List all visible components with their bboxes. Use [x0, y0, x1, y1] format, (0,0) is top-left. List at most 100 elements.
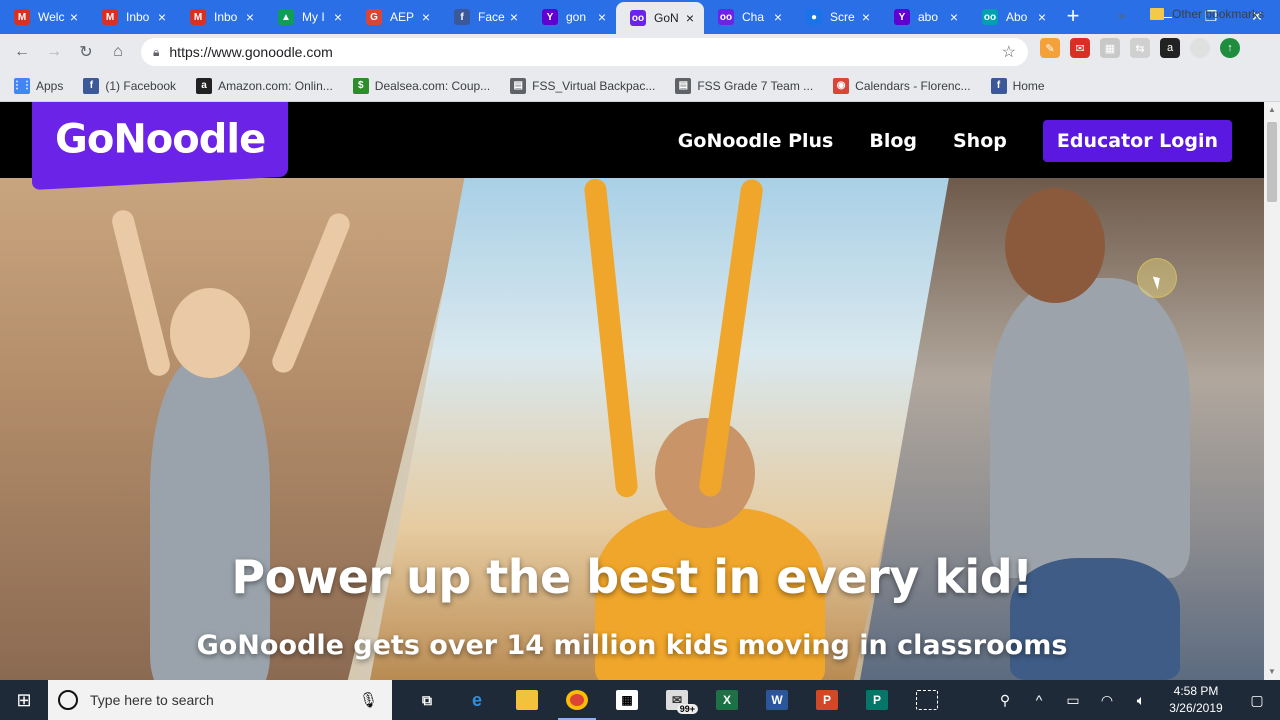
update-icon[interactable]: ↑: [1220, 38, 1240, 58]
gmail-icon: M: [14, 9, 30, 25]
bookmark-item[interactable]: ▤ FSS Grade 7 Team ...: [675, 77, 814, 94]
yahoo-icon: Y: [542, 9, 558, 25]
windows-start-icon[interactable]: ⊞: [0, 680, 48, 720]
show-hidden-icons[interactable]: ^: [1022, 692, 1056, 708]
dealsea-icon: $: [352, 77, 369, 94]
scrollbar-thumb[interactable]: [1267, 122, 1277, 202]
new-tab-button[interactable]: +: [1058, 0, 1088, 34]
extension-amazon-icon[interactable]: a: [1160, 38, 1180, 58]
calculator-icon[interactable]: ▦: [602, 680, 652, 720]
bookmark-item[interactable]: f Home: [990, 77, 1045, 94]
educator-login-button[interactable]: Educator Login: [1042, 120, 1232, 162]
kid-head: [170, 288, 250, 378]
home-icon[interactable]: ⌂: [102, 36, 134, 68]
bookmark-item[interactable]: a Amazon.com: Onlin...: [196, 77, 333, 94]
browser-tab-strip: M Welc × M Inbo × M Inbo × ▲ My I × G AEP × f Face × Ygon ×…: [0, 0, 1280, 34]
browser-tab[interactable]: ▲ My I ×: [264, 0, 352, 34]
bookmarks-overflow-icon[interactable]: »: [1118, 8, 1125, 23]
tab-close-icon[interactable]: ×: [330, 9, 346, 25]
microphone-icon[interactable]: 🎙︎: [359, 691, 378, 709]
extension-arrows-icon[interactable]: ⇆: [1130, 38, 1150, 58]
facebook-icon: f: [83, 77, 100, 94]
powerpoint-icon[interactable]: P: [802, 680, 852, 720]
url-text: https://www.gonoodle.com: [169, 44, 333, 60]
bookmark-label: FSS Grade 7 Team ...: [697, 78, 814, 93]
tab-close-icon[interactable]: ×: [594, 9, 610, 25]
gonoodle-eyes-icon: oo: [982, 9, 998, 25]
browser-tab[interactable]: M Inbo ×: [88, 0, 176, 34]
tab-close-icon[interactable]: ×: [946, 9, 962, 25]
tab-close-icon[interactable]: ×: [682, 10, 698, 26]
bookmark-item[interactable]: ◉ Calendars - Florenc...: [833, 77, 971, 94]
forward-icon[interactable]: →: [38, 36, 70, 68]
scroll-up-icon[interactable]: ▲: [1264, 102, 1280, 118]
edge-icon[interactable]: e: [452, 680, 502, 720]
bookmark-item[interactable]: ⋮⋮ Apps: [12, 77, 64, 94]
nav-gonoodle-plus[interactable]: GoNoodle Plus: [678, 130, 834, 152]
address-bar[interactable]: 🔒︎ https://www.gonoodle.com ☆: [141, 38, 1028, 66]
tab-close-icon[interactable]: ×: [858, 9, 874, 25]
other-bookmarks[interactable]: Other bookmarks: [1150, 7, 1264, 21]
wifi-icon[interactable]: ◠: [1090, 692, 1124, 709]
chrome-icon[interactable]: [552, 680, 602, 720]
google-plus-icon: G: [366, 9, 382, 25]
volume-icon[interactable]: 🔈︎: [1124, 692, 1158, 709]
tab-title: Scre: [830, 10, 855, 24]
extension-puzzle-icon[interactable]: ▦: [1100, 38, 1120, 58]
browser-tab[interactable]: oo Cha ×: [704, 0, 792, 34]
browser-tab[interactable]: Yabo ×: [880, 0, 968, 34]
bookmark-item[interactable]: f (1) Facebook: [83, 77, 176, 94]
tab-close-icon[interactable]: ×: [1034, 9, 1050, 25]
tab-close-icon[interactable]: ×: [66, 9, 82, 25]
task-view-icon[interactable]: ⧉: [402, 680, 452, 720]
browser-tab[interactable]: f Face ×: [440, 0, 528, 34]
excel-icon[interactable]: X: [702, 680, 752, 720]
page-scrollbar[interactable]: ▲ ▼: [1264, 102, 1280, 680]
tab-close-icon[interactable]: ×: [506, 9, 522, 25]
tab-title: GoN: [654, 11, 679, 25]
tab-close-icon[interactable]: ×: [242, 9, 258, 25]
bookmark-star-icon[interactable]: ☆: [1002, 42, 1016, 62]
clock[interactable]: 4:58 PM 3/26/2019: [1158, 683, 1234, 717]
back-icon[interactable]: ←: [6, 36, 38, 68]
word-icon[interactable]: W: [752, 680, 802, 720]
tab-close-icon[interactable]: ×: [770, 9, 786, 25]
browser-tab[interactable]: M Inbo ×: [176, 0, 264, 34]
bookmark-label: Home: [1012, 78, 1045, 93]
nav-blog[interactable]: Blog: [869, 130, 917, 152]
tab-close-icon[interactable]: ×: [418, 9, 434, 25]
browser-tab[interactable]: G AEP ×: [352, 0, 440, 34]
taskbar-search-box[interactable]: Type here to search 🎙︎: [48, 680, 392, 720]
tab-close-icon[interactable]: ×: [154, 9, 170, 25]
snipping-tool-icon[interactable]: [902, 680, 952, 720]
nav-shop[interactable]: Shop: [953, 130, 1007, 152]
publisher-icon[interactable]: P: [852, 680, 902, 720]
browser-tab[interactable]: oo Abo ×: [968, 0, 1056, 34]
browser-tab[interactable]: M Welc ×: [0, 0, 88, 34]
bookmark-item[interactable]: ▤ FSS_Virtual Backpac...: [510, 77, 655, 94]
bookmark-item[interactable]: $ Dealsea.com: Coup...: [352, 77, 490, 94]
mail-icon[interactable]: ✉ 99+: [652, 680, 702, 720]
folder-icon: [1150, 8, 1164, 20]
page-icon: ▤: [675, 77, 692, 94]
site-header: GoNoodle GoNoodle Plus Blog Shop Educato…: [0, 102, 1264, 190]
gonoodle-logo[interactable]: GoNoodle: [32, 102, 288, 190]
google-drive-icon: ▲: [278, 9, 294, 25]
page-icon: ▤: [510, 77, 527, 94]
people-icon[interactable]: ⚲: [988, 692, 1022, 709]
web-page: GoNoodle GoNoodle Plus Blog Shop Educato…: [0, 102, 1264, 680]
bookmark-label: Apps: [36, 78, 64, 93]
extension-mail-icon[interactable]: ✉: [1070, 38, 1090, 58]
extension-pencil-icon[interactable]: ✎: [1040, 38, 1060, 58]
reload-icon[interactable]: ↻: [70, 36, 102, 68]
file-explorer-icon[interactable]: [502, 680, 552, 720]
tab-title: Inbo: [214, 10, 238, 24]
browser-tab[interactable]: oo GoN ×: [616, 2, 704, 34]
profile-avatar-icon[interactable]: [1190, 38, 1210, 58]
browser-tab[interactable]: ● Scre ×: [792, 0, 880, 34]
scroll-down-icon[interactable]: ▼: [1264, 664, 1280, 680]
browser-tab[interactable]: Ygon ×: [528, 0, 616, 34]
action-center-icon[interactable]: ▢: [1234, 692, 1280, 709]
battery-icon[interactable]: ▭: [1056, 692, 1090, 709]
cursor-pointer-icon: [1152, 274, 1164, 290]
